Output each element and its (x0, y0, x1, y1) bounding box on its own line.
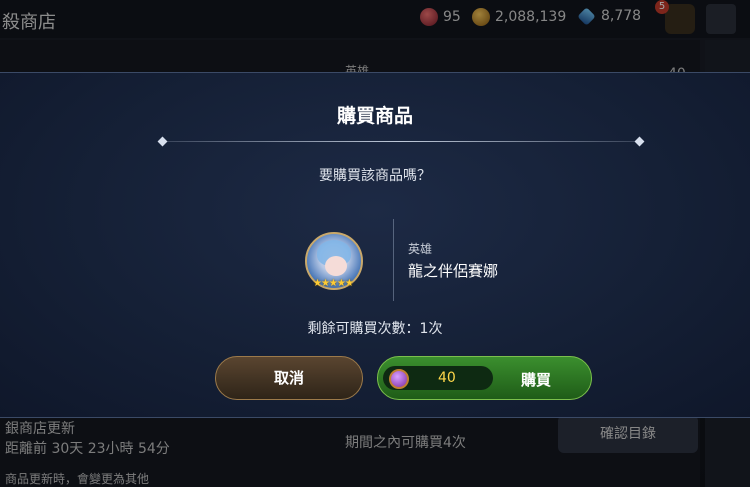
divider-left-diamond (157, 136, 168, 147)
price-box: 40 (383, 366, 493, 390)
hero-face (325, 256, 347, 276)
price-value: 40 (438, 370, 456, 386)
item-separator (393, 219, 394, 301)
remaining-purchases: 剩餘可購買次數：1次 (307, 321, 443, 337)
hero-star-rating: ★★★★★ (313, 278, 354, 289)
title-divider (162, 141, 640, 142)
cancel-button[interactable]: 取消 (215, 356, 363, 400)
buy-label: 購買 (520, 371, 551, 389)
divider-right-diamond (634, 136, 645, 147)
item-type: 英雄 (408, 242, 433, 256)
purchase-dialog: 購買商品 要購買該商品嗎？ ★★★★★ 英雄 龍之伴侶賽娜 剩餘可購買次數：1次… (0, 72, 750, 418)
buy-button[interactable]: 40 購買 (377, 356, 592, 400)
ruby-icon (389, 369, 409, 389)
item-name: 龍之伴侶賽娜 (408, 262, 499, 280)
dialog-title: 購買商品 (336, 105, 413, 127)
confirm-question: 要購買該商品嗎？ (319, 168, 431, 184)
